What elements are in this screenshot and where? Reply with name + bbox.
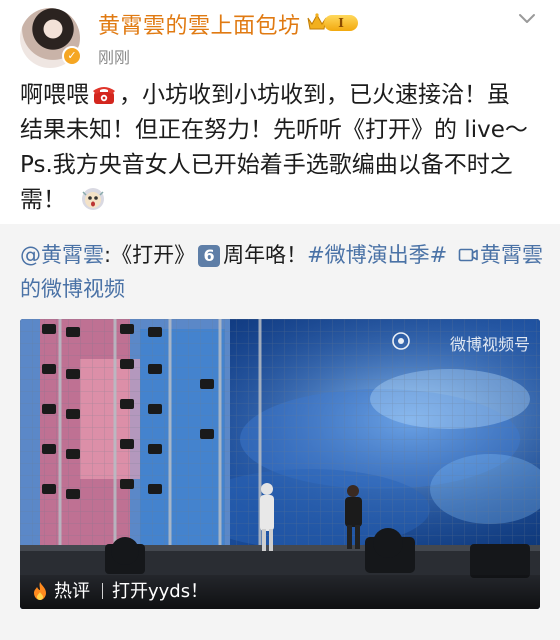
video-thumbnail <box>20 319 540 609</box>
vip-level: I <box>324 15 358 31</box>
fire-icon <box>34 582 46 600</box>
shared-post[interactable]: @黄霄雲:《打开》 6 周年咯！#微博演出季# 黄霄雲 的微博视频 微博视频号 … <box>0 224 560 640</box>
chevron-down-icon[interactable] <box>516 8 538 30</box>
post-line: 啊喂喂 ，小坊收到小坊收到，已火速接洽！虽 <box>20 78 544 113</box>
post-line: Ps.我方央音女人已开始着手选歌编曲以备不时之 <box>20 152 513 178</box>
anniversary-text: 周年咯！ <box>223 243 308 267</box>
video-link-tail[interactable]: 的微博视频 <box>20 277 125 301</box>
hot-label: 热评 <box>54 581 90 602</box>
post-line: 需！ <box>20 183 544 218</box>
shared-text: @黄霄雲:《打开》 6 周年咯！#微博演出季# 黄霄雲 的微博视频 <box>20 238 544 306</box>
weibo-post: ✓ 黄霄雲的雲上面包坊 I 刚刚 啊喂喂 ，小坊收到小坊收到，已火速接洽！虽 结… <box>0 0 560 640</box>
post-line: 结果未知！但正在努力！先听听《打开》的 live～ <box>20 117 528 143</box>
post-text: ，小坊收到小坊收到，已火速接洽！虽 <box>119 82 510 108</box>
video-link-icon <box>458 248 478 262</box>
post-text: 需！ <box>20 187 66 213</box>
post-text: 啊喂喂 <box>20 82 89 108</box>
divider <box>102 583 103 599</box>
song-text: :《打开》 <box>104 243 196 267</box>
post-content: 啊喂喂 ，小坊收到小坊收到，已火速接洽！虽 结果未知！但正在努力！先听听《打开》… <box>20 78 544 218</box>
weibo-eye-icon <box>392 332 410 350</box>
telephone-emoji-icon <box>93 87 115 104</box>
verified-badge-icon: ✓ <box>62 46 82 66</box>
hot-comment-bar[interactable]: 热评 打开yyds！ <box>20 575 540 609</box>
mention-link[interactable]: @黄霄雲 <box>20 243 104 267</box>
video-player[interactable]: 微博视频号 热评 打开yyds！ <box>20 319 540 609</box>
hot-comment-text: 打开yyds！ <box>112 581 209 602</box>
shocked-emoji-icon <box>82 188 104 210</box>
video-link[interactable]: 黄霄雲 <box>480 243 543 267</box>
vip-badge[interactable]: I <box>306 12 358 32</box>
hashtag-link[interactable]: #微博演出季# <box>307 243 447 267</box>
number-badge: 6 <box>198 245 221 267</box>
shared-line: 的微博视频 <box>20 272 544 306</box>
username[interactable]: 黄霄雲的雲上面包坊 <box>98 8 301 40</box>
video-watermark: 微博视频号 <box>449 335 530 354</box>
shared-line: @黄霄雲:《打开》 6 周年咯！#微博演出季# 黄霄雲 <box>20 238 544 272</box>
timestamp: 刚刚 <box>98 48 131 67</box>
